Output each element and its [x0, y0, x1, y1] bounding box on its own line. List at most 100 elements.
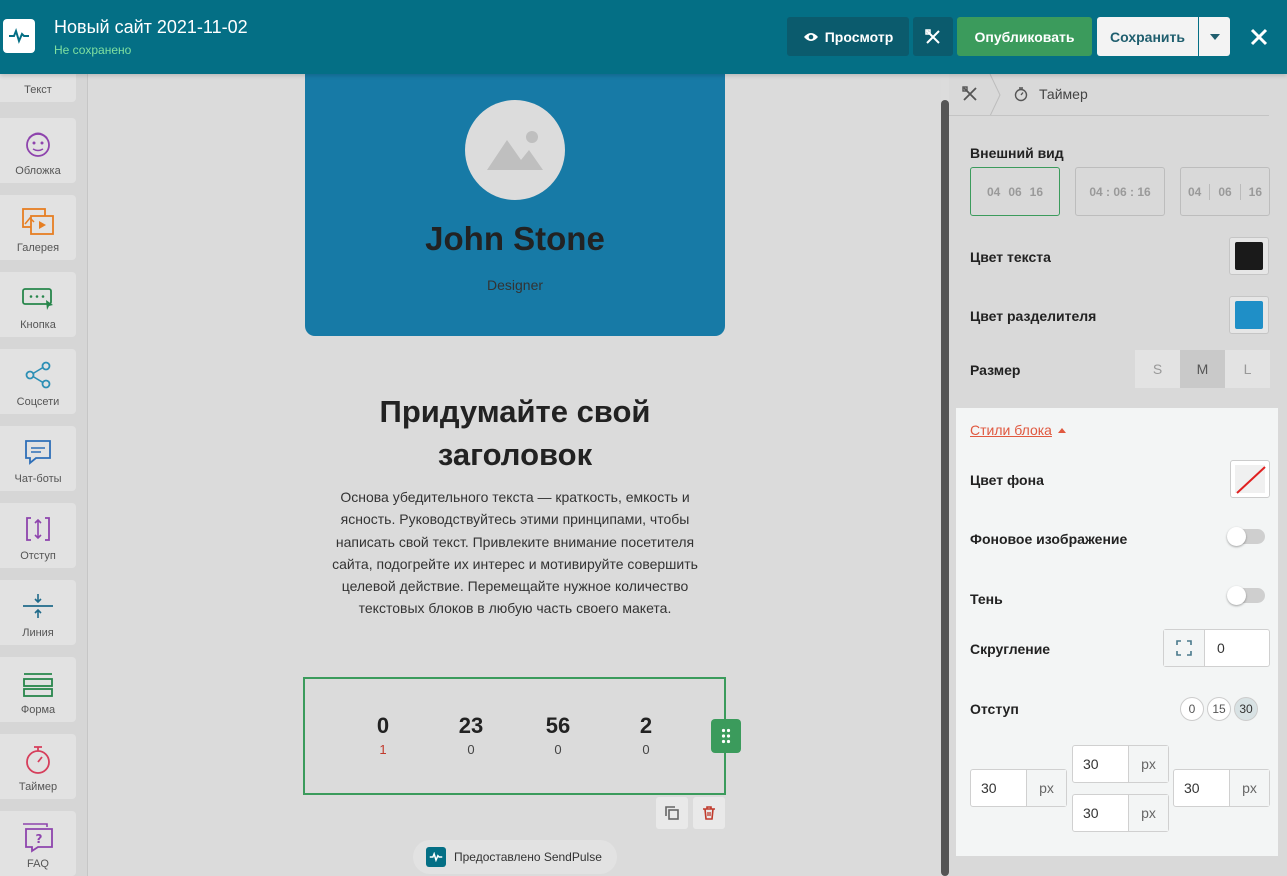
- timer-segment: 0 1: [353, 713, 413, 757]
- timer-icon: [21, 743, 55, 777]
- sidebar-item-label: Форма: [20, 704, 56, 716]
- sidebar-item-timer[interactable]: Таймер: [0, 734, 76, 799]
- button-icon: [21, 281, 55, 315]
- line-icon: [21, 589, 55, 623]
- sidebar-item-chatbots[interactable]: Чат-боты: [0, 426, 76, 491]
- block-styles-label: Стили блока: [970, 422, 1052, 438]
- corner-radius-icon[interactable]: [1164, 630, 1205, 666]
- powered-by-text: Предоставлено SendPulse: [454, 850, 602, 864]
- timer-sub: 0: [467, 742, 475, 757]
- faq-icon: ?: [21, 820, 55, 854]
- duplicate-block-button[interactable]: [656, 797, 688, 829]
- publish-button[interactable]: Опубликовать: [957, 17, 1092, 56]
- save-status: Не сохранено: [54, 43, 132, 57]
- padding-preset-15[interactable]: 15: [1207, 697, 1231, 721]
- breadcrumb-current: Таймер: [1039, 86, 1088, 102]
- breadcrumb-tools-icon[interactable]: [961, 85, 979, 108]
- padding-preset-0[interactable]: 0: [1180, 697, 1204, 721]
- padding-value[interactable]: 30: [1174, 770, 1230, 806]
- divider-color-label: Цвет разделителя: [970, 308, 1097, 324]
- digit: 16: [1029, 184, 1044, 199]
- sidebar-item-button[interactable]: Кнопка: [0, 272, 76, 337]
- padding-right-input[interactable]: 30 px: [1173, 769, 1270, 807]
- digit: 04: [1187, 184, 1202, 199]
- divider-color-swatch[interactable]: [1229, 296, 1269, 334]
- bg-color-label: Цвет фона: [970, 472, 1044, 488]
- image-placeholder-icon[interactable]: [465, 100, 565, 200]
- sidebar-item-text[interactable]: Текст: [0, 74, 76, 102]
- shadow-toggle[interactable]: [1227, 586, 1265, 605]
- timer-segment: 23 0: [441, 713, 501, 757]
- radius-input[interactable]: 0: [1205, 630, 1269, 666]
- digit: 16: [1248, 184, 1263, 199]
- timer-sub: 1: [379, 742, 387, 757]
- padding-unit: px: [1129, 746, 1168, 782]
- card-role[interactable]: Designer: [305, 277, 725, 293]
- sidebar-item-label: Галерея: [16, 242, 60, 254]
- appearance-option-3[interactable]: 04 06 16: [1180, 167, 1270, 216]
- padding-bottom-input[interactable]: 30 px: [1072, 794, 1169, 832]
- cover-icon: [21, 127, 55, 161]
- sidebar-item-cover[interactable]: Обложка: [0, 118, 76, 183]
- padding-value[interactable]: 30: [971, 770, 1027, 806]
- size-option-m[interactable]: M: [1180, 350, 1225, 388]
- padding-left-input[interactable]: 30 px: [970, 769, 1067, 807]
- toggle-knob: [1227, 527, 1246, 546]
- sendpulse-logo-icon[interactable]: [3, 19, 35, 53]
- padding-value[interactable]: 30: [1073, 746, 1129, 782]
- sidebar-item-label: Чат-боты: [14, 473, 62, 485]
- editor-canvas[interactable]: John Stone Designer Придумайте свой заго…: [89, 74, 941, 876]
- padding-unit: px: [1230, 770, 1269, 806]
- text-paragraph[interactable]: Основа убедительного текста — краткость,…: [329, 486, 701, 620]
- copy-icon: [665, 806, 679, 820]
- timer-value: 23: [458, 713, 484, 738]
- appearance-option-1[interactable]: 04 06 16: [970, 167, 1060, 216]
- block-styles-panel: Стили блока Цвет фона Фоновое изображени…: [956, 408, 1278, 856]
- size-option-s[interactable]: S: [1135, 350, 1180, 388]
- appearance-option-2[interactable]: 04 : 06 : 16: [1075, 167, 1165, 216]
- sidebar-item-social[interactable]: Соцсети: [0, 349, 76, 414]
- eye-icon: [803, 32, 818, 41]
- shadow-label: Тень: [970, 591, 1003, 607]
- bg-color-swatch[interactable]: [1230, 460, 1270, 498]
- page-heading[interactable]: Придумайте свой заголовок: [315, 390, 715, 476]
- save-options-button[interactable]: [1199, 17, 1230, 56]
- tools-button[interactable]: [913, 17, 953, 56]
- sidebar-item-form[interactable]: Форма: [0, 657, 76, 722]
- toggle-knob: [1227, 586, 1246, 605]
- profile-card-block[interactable]: John Stone Designer: [305, 74, 725, 336]
- drag-handle-icon[interactable]: [711, 719, 741, 753]
- sendpulse-icon: [426, 847, 446, 867]
- block-styles-toggle[interactable]: Стили блока: [970, 422, 1066, 438]
- digit: 04 : 06 : 16: [1089, 184, 1151, 199]
- site-title[interactable]: Новый сайт 2021-11-02: [54, 17, 248, 38]
- radius-label: Скругление: [970, 641, 1051, 657]
- close-button[interactable]: [1244, 22, 1274, 52]
- divider: [1209, 183, 1211, 200]
- size-option-l[interactable]: L: [1225, 350, 1270, 388]
- canvas-scrollbar[interactable]: [941, 100, 949, 876]
- bg-image-toggle[interactable]: [1227, 527, 1265, 546]
- sidebar-item-spacing[interactable]: Отступ: [0, 503, 76, 568]
- padding-preset-30[interactable]: 30: [1234, 697, 1258, 721]
- card-name[interactable]: John Stone: [305, 220, 725, 258]
- timer-block[interactable]: 0 1 23 0 56 0 2 0: [303, 677, 726, 795]
- padding-top-input[interactable]: 30 px: [1072, 745, 1169, 783]
- sidebar-item-faq[interactable]: ? FAQ: [0, 811, 76, 876]
- appearance-label: Внешний вид: [970, 145, 1064, 161]
- sidebar-item-label: Линия: [22, 627, 54, 639]
- save-button[interactable]: Сохранить: [1097, 17, 1198, 56]
- text-color-swatch[interactable]: [1229, 237, 1269, 275]
- sidebar-item-line[interactable]: Линия: [0, 580, 76, 645]
- delete-block-button[interactable]: [693, 797, 725, 829]
- powered-by-badge[interactable]: Предоставлено SendPulse: [413, 840, 617, 874]
- caret-up-icon: [1057, 427, 1066, 433]
- sidebar-item-gallery[interactable]: Галерея: [0, 195, 76, 260]
- padding-value[interactable]: 30: [1073, 795, 1129, 831]
- form-icon: [21, 666, 55, 700]
- chatbot-icon: [21, 435, 55, 469]
- timer-segment: 56 0: [528, 713, 588, 757]
- sidebar-item-label: Отступ: [20, 550, 56, 562]
- breadcrumb-separator: [989, 74, 1001, 116]
- preview-button[interactable]: Просмотр: [787, 17, 909, 56]
